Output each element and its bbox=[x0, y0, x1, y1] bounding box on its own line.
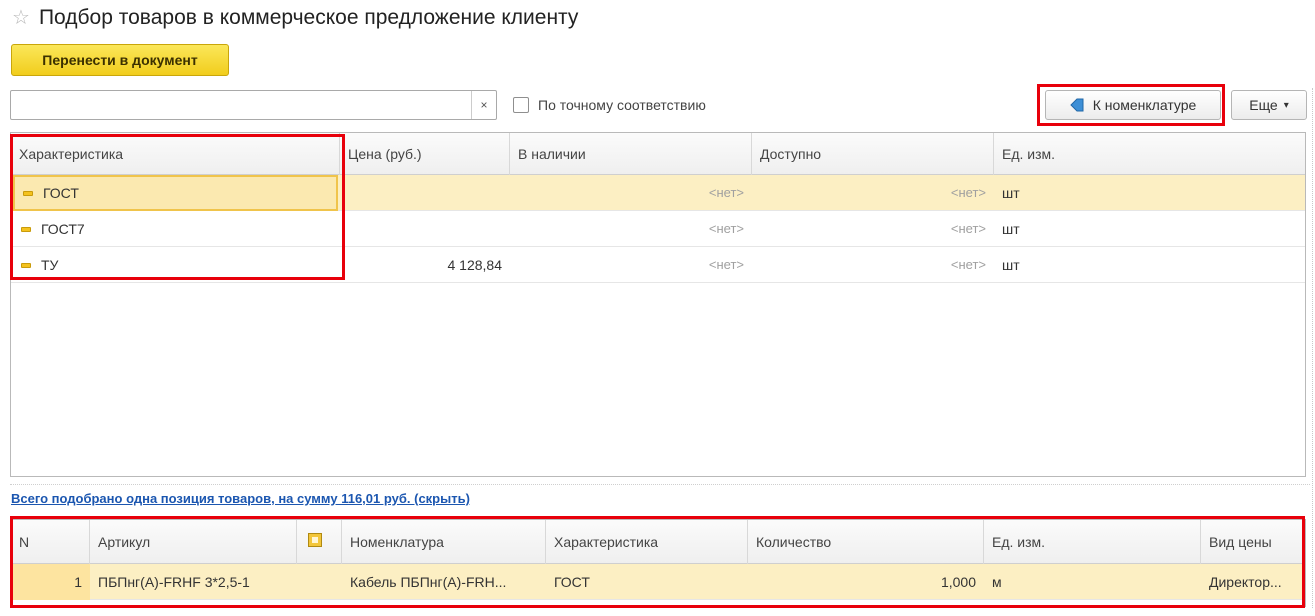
in-stock-cell: <нет> bbox=[708, 257, 744, 272]
article-cell[interactable]: ПБПнг(А)-FRHF 3*2,5-1 bbox=[90, 564, 297, 600]
to-nomenclature-button[interactable]: К номенклатуре bbox=[1045, 90, 1221, 120]
table-row[interactable]: ТУ 4 128,84 <нет> <нет> шт bbox=[11, 247, 1305, 283]
page-title: Подбор товаров в коммерческое предложени… bbox=[38, 6, 579, 29]
column-header[interactable]: Номенклатура bbox=[342, 520, 546, 564]
unit-cell: шт bbox=[1002, 185, 1020, 201]
image-column-header[interactable] bbox=[297, 520, 342, 564]
characteristics-table[interactable]: Характеристика Цена (руб.) В наличии Дос… bbox=[10, 132, 1306, 477]
to-nomenclature-label: К номенклатуре bbox=[1092, 97, 1197, 113]
available-cell: <нет> bbox=[950, 257, 986, 272]
column-header[interactable]: Характеристика bbox=[546, 520, 748, 564]
characteristic-value: ТУ bbox=[41, 257, 59, 273]
exact-match-label: По точному соответствию bbox=[538, 97, 706, 113]
divider bbox=[1312, 88, 1313, 608]
price-cell: 4 128,84 bbox=[447, 257, 503, 273]
characteristic-value: ГОСТ bbox=[43, 185, 79, 201]
search-input[interactable]: × bbox=[10, 90, 497, 120]
dash-icon bbox=[23, 190, 33, 196]
price-cell bbox=[340, 175, 510, 211]
exact-match-checkbox[interactable] bbox=[513, 97, 529, 113]
dash-icon bbox=[21, 226, 31, 232]
characteristic-cell[interactable]: ГОСТ bbox=[13, 175, 338, 211]
table-row[interactable]: 1 ПБПнг(А)-FRHF 3*2,5-1 Кабель ПБПнг(А)-… bbox=[11, 564, 1305, 600]
unit-cell: шт bbox=[1002, 221, 1020, 237]
table-header: Характеристика Цена (руб.) В наличии Дос… bbox=[11, 133, 1305, 175]
column-header[interactable]: Ед. изм. bbox=[984, 520, 1201, 564]
column-header[interactable]: В наличии bbox=[510, 133, 752, 175]
characteristic-cell[interactable]: ГОСТ7 bbox=[13, 211, 338, 247]
nomenclature-cell[interactable]: Кабель ПБПнг(А)-FRH... bbox=[342, 564, 546, 600]
table-row[interactable]: ГОСТ <нет> <нет> шт bbox=[11, 175, 1305, 211]
star-icon[interactable]: ☆ bbox=[12, 8, 30, 28]
table-row[interactable]: ГОСТ7 <нет> <нет> шт bbox=[11, 211, 1305, 247]
row-number-cell: 1 bbox=[11, 564, 90, 600]
column-header[interactable]: Вид цены bbox=[1201, 520, 1305, 564]
summary-link[interactable]: Всего подобрано одна позиция товаров, на… bbox=[11, 491, 470, 506]
clear-icon[interactable]: × bbox=[471, 91, 496, 119]
unit-cell: шт bbox=[1002, 257, 1020, 273]
back-arrow-icon bbox=[1069, 98, 1084, 112]
price-type-cell[interactable]: Директор... bbox=[1201, 564, 1305, 600]
price-cell bbox=[340, 211, 510, 247]
column-header[interactable]: Доступно bbox=[752, 133, 994, 175]
column-header[interactable]: Ед. изм. bbox=[994, 133, 1305, 175]
characteristic-value: ГОСТ7 bbox=[41, 221, 85, 237]
selected-items-table[interactable]: N Артикул Номенклатура Характеристика Ко… bbox=[10, 519, 1306, 607]
column-header[interactable]: Артикул bbox=[90, 520, 297, 564]
characteristic-cell[interactable]: ТУ bbox=[13, 247, 338, 283]
exact-match-option[interactable]: По точному соответствию bbox=[513, 95, 706, 115]
quantity-cell[interactable]: 1,000 bbox=[748, 564, 984, 600]
available-cell: <нет> bbox=[950, 221, 986, 236]
unit-cell[interactable]: м bbox=[984, 564, 1201, 600]
divider bbox=[10, 484, 1310, 485]
available-cell: <нет> bbox=[950, 185, 986, 200]
in-stock-cell: <нет> bbox=[708, 221, 744, 236]
in-stock-cell: <нет> bbox=[708, 185, 744, 200]
column-header[interactable]: Цена (руб.) bbox=[340, 133, 510, 175]
table-header: N Артикул Номенклатура Характеристика Ко… bbox=[11, 520, 1305, 564]
column-header[interactable]: Количество bbox=[748, 520, 984, 564]
dash-icon bbox=[21, 262, 31, 268]
characteristic-cell[interactable]: ГОСТ bbox=[546, 564, 748, 600]
image-icon bbox=[308, 533, 322, 547]
more-button[interactable]: Еще ▾ bbox=[1231, 90, 1307, 120]
title-row: ☆ Подбор товаров в коммерческое предложе… bbox=[12, 5, 578, 31]
image-cell bbox=[297, 564, 342, 600]
chevron-down-icon: ▾ bbox=[1283, 99, 1289, 111]
transfer-to-document-button[interactable]: Перенести в документ bbox=[11, 44, 229, 76]
more-label: Еще bbox=[1249, 97, 1278, 113]
column-header[interactable]: N bbox=[11, 520, 90, 564]
column-header[interactable]: Характеристика bbox=[11, 133, 340, 175]
